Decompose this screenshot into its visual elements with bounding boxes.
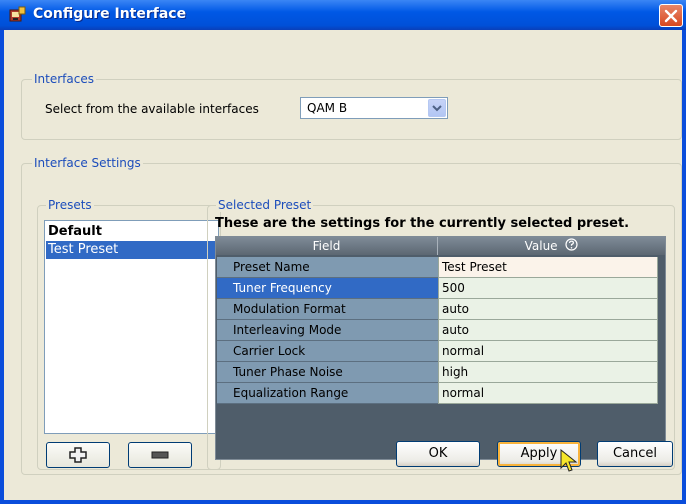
interface-settings-legend: Interface Settings	[32, 156, 143, 170]
value-cell[interactable]: auto	[438, 320, 658, 341]
dialog-body: Interfaces Select from the available int…	[4, 30, 682, 500]
column-header-field[interactable]: Field	[216, 237, 438, 255]
field-cell: Preset Name	[217, 257, 438, 278]
field-cell: Tuner Frequency	[217, 278, 438, 299]
presets-group: Presets Default Test Preset	[37, 198, 221, 470]
field-cell: Carrier Lock	[217, 341, 438, 362]
settings-table[interactable]: Field Value Preset Name Test Preset Tune…	[215, 236, 666, 460]
app-icon	[9, 6, 27, 24]
help-icon[interactable]	[565, 237, 578, 256]
ok-button[interactable]: OK	[396, 441, 480, 467]
field-cell: Tuner Phase Noise	[217, 362, 438, 383]
close-button[interactable]	[659, 4, 683, 27]
cancel-button[interactable]: Cancel	[597, 441, 673, 467]
selected-preset-legend: Selected Preset	[216, 198, 314, 212]
column-header-value[interactable]: Value	[438, 237, 665, 255]
interfaces-legend: Interfaces	[32, 72, 96, 86]
minus-icon	[151, 451, 169, 459]
configure-interface-dialog: Configure Interface Interfaces Select fr…	[0, 0, 686, 504]
presets-legend: Presets	[46, 198, 94, 212]
presets-list[interactable]: Default Test Preset	[44, 220, 219, 434]
value-cell[interactable]: Test Preset	[438, 257, 658, 278]
value-cell[interactable]: high	[438, 362, 658, 383]
field-cell: Interleaving Mode	[217, 320, 438, 341]
settings-heading: These are the settings for the currently…	[215, 216, 630, 231]
title-bar[interactable]: Configure Interface	[0, 0, 686, 30]
add-preset-button[interactable]	[46, 442, 110, 468]
value-cell[interactable]: 500	[438, 278, 658, 299]
window-title: Configure Interface	[33, 6, 187, 22]
preset-item-test-preset[interactable]: Test Preset	[46, 241, 217, 259]
value-cell[interactable]: auto	[438, 299, 658, 320]
interface-settings-group: Interface Settings Presets Default Test …	[21, 156, 682, 475]
field-cell: Modulation Format	[217, 299, 438, 320]
remove-preset-button[interactable]	[128, 442, 192, 468]
preset-item-default[interactable]: Default	[46, 223, 217, 241]
interface-select[interactable]: QAM B	[300, 97, 448, 119]
interface-select-label: Select from the available interfaces	[45, 102, 259, 116]
interface-select-value: QAM B	[307, 101, 348, 115]
value-header-label: Value	[524, 239, 558, 253]
mouse-cursor-icon	[559, 448, 579, 476]
value-cell[interactable]: normal	[438, 383, 658, 404]
interfaces-group: Interfaces Select from the available int…	[21, 72, 682, 140]
chevron-down-icon	[432, 105, 442, 112]
field-header-label: Field	[312, 239, 341, 253]
field-cell: Equalization Range	[217, 383, 438, 404]
selected-preset-group: Selected Preset These are the settings f…	[207, 198, 675, 470]
interface-dropdown-button[interactable]	[428, 99, 446, 117]
value-cell[interactable]: normal	[438, 341, 658, 362]
plus-icon	[69, 447, 87, 463]
